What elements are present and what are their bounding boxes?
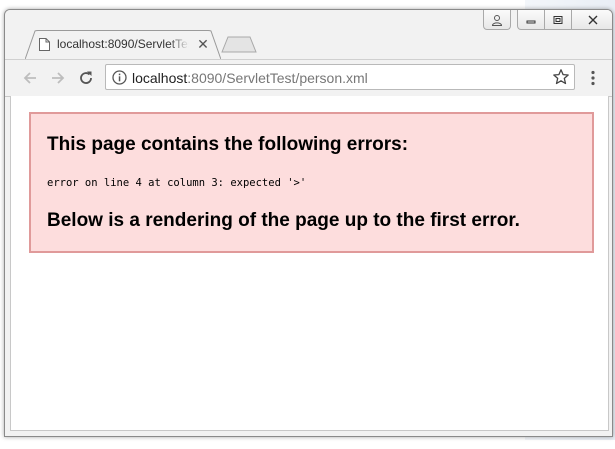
profile-button[interactable] bbox=[483, 10, 511, 30]
error-message: error on line 4 at column 3: expected '>… bbox=[47, 177, 307, 189]
browser-window: localhost:8090/ServletTest/person.xml ✕ bbox=[4, 9, 613, 437]
star-icon[interactable] bbox=[552, 68, 570, 86]
reload-button[interactable] bbox=[75, 67, 97, 89]
close-icon bbox=[588, 15, 598, 24]
restore-icon bbox=[553, 15, 563, 24]
minimize-icon bbox=[526, 20, 536, 23]
menu-button[interactable] bbox=[585, 68, 601, 88]
forward-button[interactable] bbox=[47, 67, 69, 89]
window-controls bbox=[483, 10, 612, 30]
back-button[interactable] bbox=[19, 67, 41, 89]
page-icon bbox=[39, 38, 50, 51]
url-path: :8090/ServletTest/person.xml bbox=[187, 70, 368, 86]
error-heading: This page contains the following errors: bbox=[47, 134, 409, 155]
info-icon[interactable] bbox=[112, 70, 127, 85]
toolbar: localhost:8090/ServletTest/person.xml bbox=[5, 59, 612, 97]
parser-error-box: This page contains the following errors:… bbox=[29, 112, 594, 253]
new-tab-button[interactable] bbox=[221, 36, 257, 53]
reload-icon bbox=[80, 71, 92, 84]
tab-close-icon[interactable]: ✕ bbox=[195, 36, 211, 52]
browser-tab[interactable]: localhost:8090/ServletTest/person.xml ✕ bbox=[25, 30, 221, 60]
close-window-button[interactable] bbox=[572, 10, 612, 30]
url-host: localhost bbox=[132, 70, 188, 86]
minimize-button[interactable] bbox=[517, 10, 545, 30]
address-bar[interactable]: localhost:8090/ServletTest/person.xml bbox=[105, 64, 575, 90]
url-text[interactable]: localhost:8090/ServletTest/person.xml bbox=[132, 70, 368, 86]
forward-arrow-icon bbox=[52, 72, 65, 84]
back-arrow-icon bbox=[23, 72, 36, 84]
vertical-dots-icon bbox=[591, 70, 595, 86]
page-viewport: This page contains the following errors:… bbox=[10, 96, 609, 431]
tab-title: localhost:8090/ServletTest/person.xml bbox=[57, 37, 189, 51]
error-subheading: Below is a rendering of the page up to t… bbox=[47, 210, 520, 231]
user-icon bbox=[491, 14, 503, 26]
desktop: localhost:8090/ServletTest/person.xml ✕ bbox=[0, 0, 615, 449]
maximize-button[interactable] bbox=[545, 10, 572, 30]
